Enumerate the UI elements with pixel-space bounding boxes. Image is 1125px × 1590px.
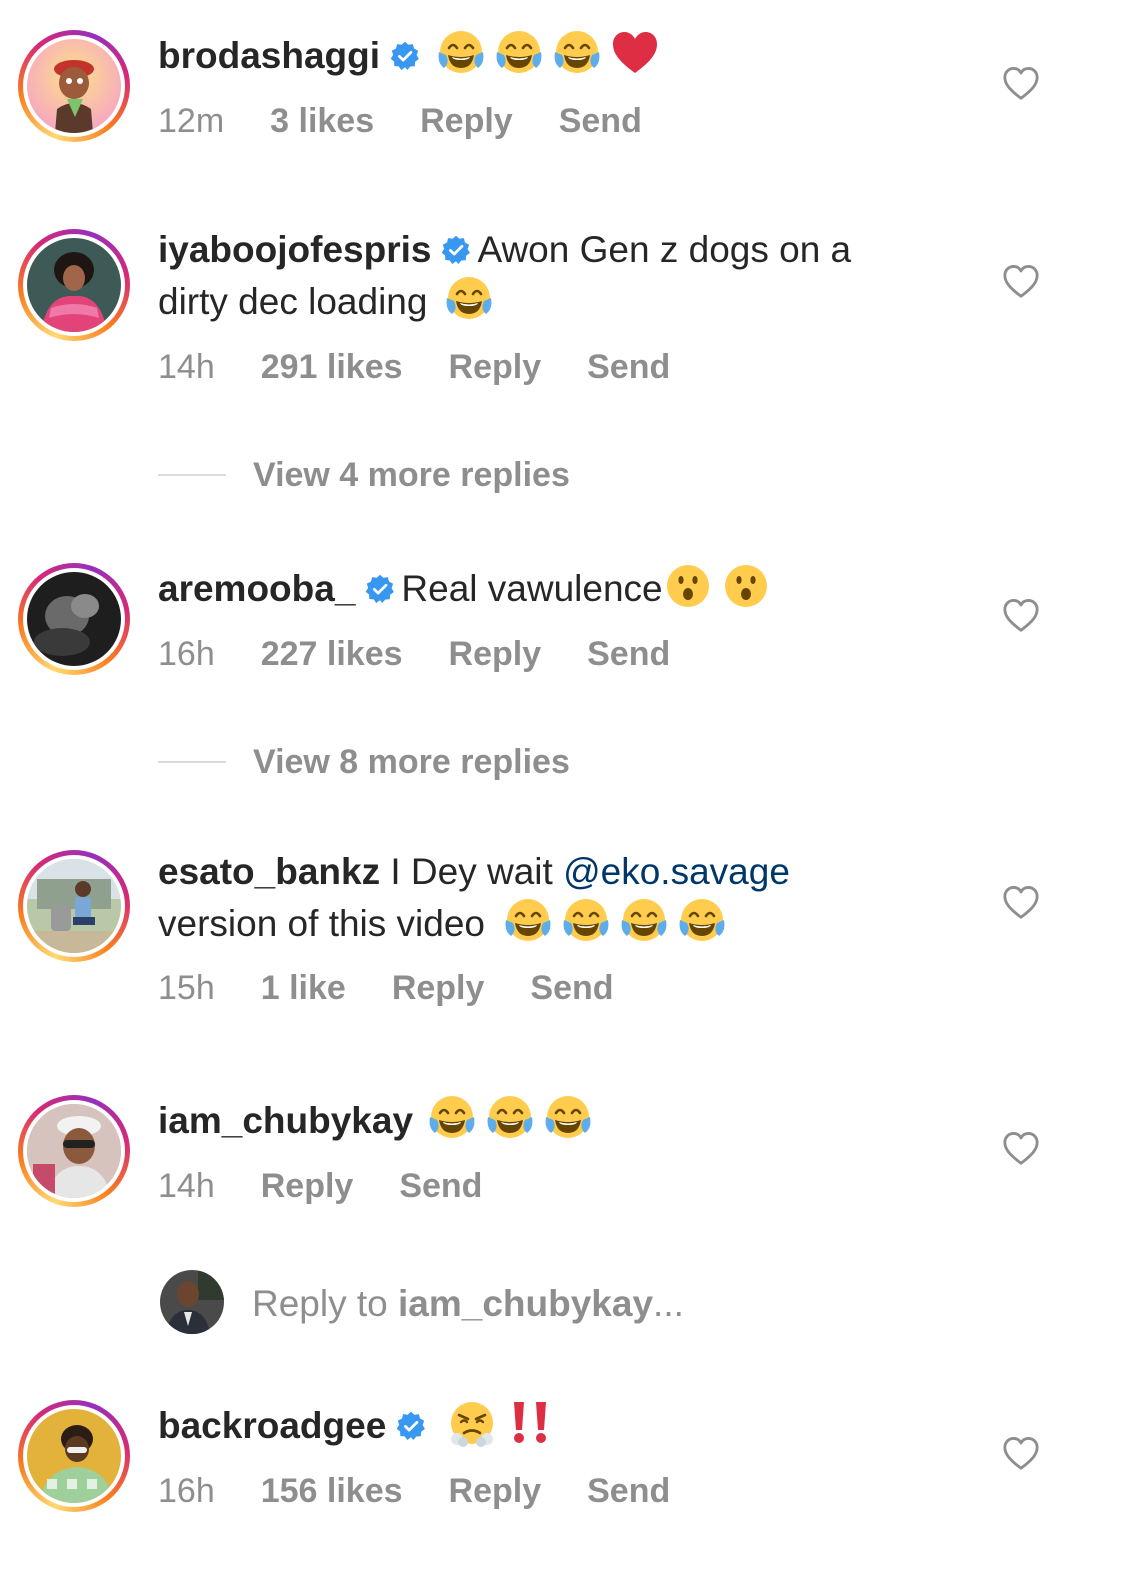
verified-badge-icon (365, 574, 395, 604)
verified-badge-icon (441, 235, 471, 265)
send-button[interactable]: Send (587, 348, 670, 386)
reply-input[interactable]: Reply to iam_chubykay... (252, 1282, 684, 1326)
like-heart-icon[interactable] (1002, 1130, 1040, 1168)
comment-text: brodashaggi (158, 28, 958, 80)
current-user-avatar (160, 1270, 224, 1334)
avatar[interactable] (27, 39, 121, 133)
comment-meta: 14h 291 likes Reply Send (158, 347, 716, 387)
reply-button[interactable]: Reply (449, 348, 542, 386)
avatar-story-ring[interactable] (18, 850, 130, 962)
username[interactable]: iyaboojofespris (158, 229, 431, 270)
steam-nose-emoji-icon (447, 1398, 497, 1448)
comment-time: 14h (158, 1167, 215, 1205)
username[interactable]: aremooba_ (158, 568, 355, 609)
comment-time: 12m (158, 102, 225, 140)
divider-line (158, 474, 226, 476)
view-more-replies-label[interactable]: View 4 more replies (253, 455, 570, 495)
send-button[interactable]: Send (559, 102, 642, 140)
joy-emoji-icon (436, 28, 486, 78)
comment-meta: 16h 156 likes Reply Send (158, 1471, 716, 1511)
joy-emoji-icon (561, 896, 611, 946)
avatar-story-ring[interactable] (18, 563, 130, 675)
joy-emoji-icon (485, 1093, 535, 1143)
reply-prefix: Reply to (252, 1283, 399, 1324)
reply-button[interactable]: Reply (449, 635, 542, 673)
comment-body: Awon Gen z dogs on a (477, 229, 852, 270)
avatar[interactable] (27, 859, 121, 953)
comment-time: 14h (158, 348, 215, 386)
like-heart-icon[interactable] (1002, 65, 1040, 103)
comment-meta: 12m 3 likes Reply Send (158, 101, 688, 141)
likes-count[interactable]: 1 like (261, 969, 346, 1007)
avatar-story-ring[interactable] (18, 1400, 130, 1512)
send-button[interactable]: Send (587, 635, 670, 673)
mention-link[interactable]: @eko.savage (563, 851, 790, 892)
avatar[interactable] (27, 1104, 121, 1198)
reply-button[interactable]: Reply (261, 1167, 354, 1205)
like-heart-icon[interactable] (1002, 263, 1040, 301)
username[interactable]: iam_chubykay (158, 1100, 413, 1141)
likes-count[interactable]: 3 likes (270, 102, 374, 140)
avatar-story-ring[interactable] (18, 1095, 130, 1207)
joy-emoji-icon (619, 896, 669, 946)
comment-text: iam_chubykay (158, 1093, 958, 1145)
divider-line (158, 761, 226, 763)
like-heart-icon[interactable] (1002, 1435, 1040, 1473)
double-exclamation-emoji-icon (505, 1398, 555, 1448)
verified-badge-icon (390, 41, 420, 71)
like-heart-icon[interactable] (1002, 884, 1040, 922)
heart-emoji-icon (610, 28, 660, 78)
send-button[interactable]: Send (399, 1167, 482, 1205)
reply-button[interactable]: Reply (449, 1472, 542, 1510)
verified-badge-icon (396, 1411, 426, 1441)
send-button[interactable]: Send (587, 1472, 670, 1510)
comment-body: version of this video (158, 903, 486, 944)
joy-emoji-icon (543, 1093, 593, 1143)
comment-text: aremooba_ Real vawulence (158, 561, 958, 613)
likes-count[interactable]: 227 likes (261, 635, 403, 673)
comment-time: 15h (158, 969, 215, 1007)
avatar[interactable] (27, 238, 121, 332)
comment-text: backroadgee (158, 1398, 958, 1450)
username[interactable]: brodashaggi (158, 35, 380, 76)
avatar-story-ring[interactable] (18, 30, 130, 142)
avatar-story-ring[interactable] (18, 229, 130, 341)
comment-body: Real vawulence (401, 568, 663, 609)
username[interactable]: backroadgee (158, 1405, 386, 1446)
username[interactable]: esato_bankz (158, 851, 380, 892)
comment-time: 16h (158, 635, 215, 673)
comment-meta: 15h 1 like Reply Send (158, 968, 660, 1008)
likes-count[interactable]: 291 likes (261, 348, 403, 386)
comment-meta: 14h Reply Send (158, 1166, 528, 1206)
comment-time: 16h (158, 1472, 215, 1510)
hushed-emoji-icon (721, 561, 771, 611)
hushed-emoji-icon (663, 561, 713, 611)
joy-emoji-icon (552, 28, 602, 78)
comment-body: I Dey wait (390, 851, 553, 892)
reply-button[interactable]: Reply (392, 969, 485, 1007)
reply-target-username: iam_chubykay (398, 1283, 654, 1324)
view-more-replies-label[interactable]: View 8 more replies (253, 742, 570, 782)
comment-text: iyaboojofespris Awon Gen z dogs on a dirt… (158, 226, 958, 326)
joy-emoji-icon (503, 896, 553, 946)
comment-body: dirty dec loading (158, 281, 428, 322)
like-heart-icon[interactable] (1002, 597, 1040, 635)
joy-emoji-icon (677, 896, 727, 946)
send-button[interactable]: Send (530, 969, 613, 1007)
likes-count[interactable]: 156 likes (261, 1472, 403, 1510)
comment-meta: 16h 227 likes Reply Send (158, 634, 716, 674)
comment-text: esato_bankz I Dey wait @eko.savage versi… (158, 848, 958, 948)
avatar[interactable] (27, 1409, 121, 1503)
joy-emoji-icon (427, 1093, 477, 1143)
reply-input-row[interactable]: Reply to iam_chubykay... (160, 1270, 860, 1336)
joy-emoji-icon (494, 28, 544, 78)
joy-emoji-icon (444, 274, 494, 324)
reply-button[interactable]: Reply (420, 102, 513, 140)
avatar[interactable] (27, 572, 121, 666)
reply-ellipsis: ... (653, 1283, 684, 1324)
